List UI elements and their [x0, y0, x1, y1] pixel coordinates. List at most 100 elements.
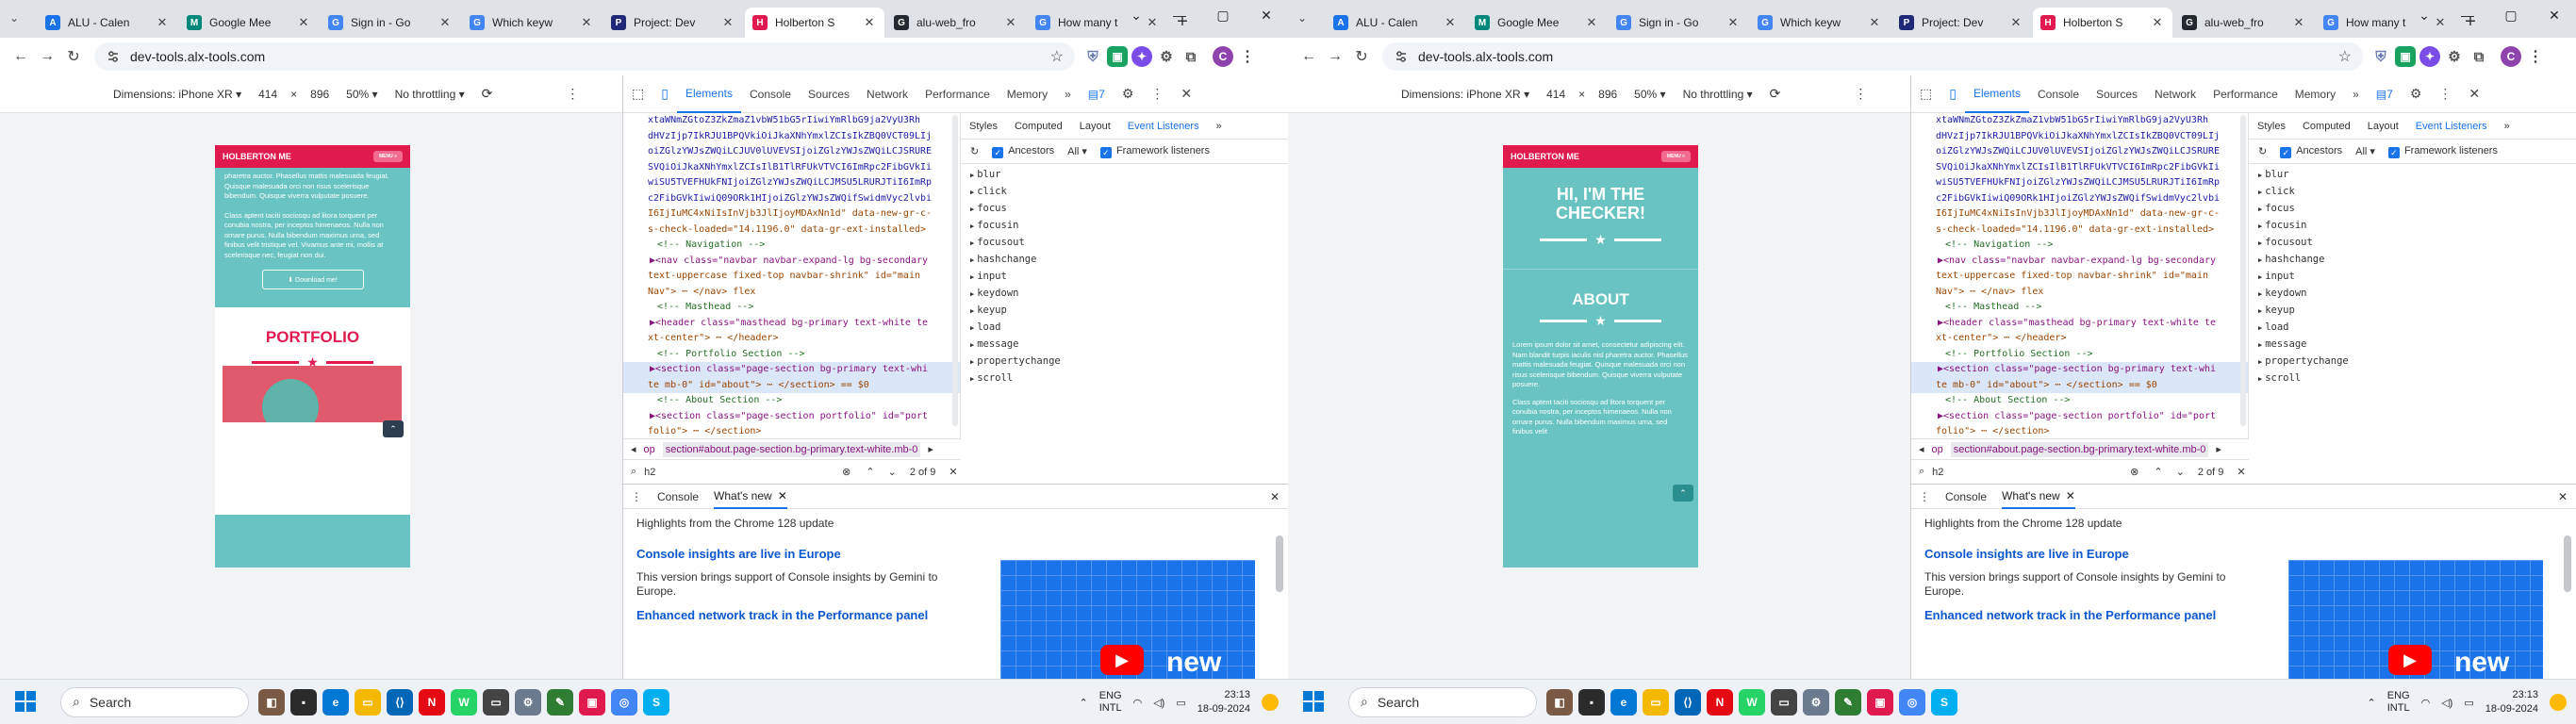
expand-arrow-icon[interactable]: ▶ [970, 256, 974, 264]
address-bar[interactable]: dev-tools.alx-tools.com ☆ [94, 42, 1075, 71]
ancestors-checkbox[interactable]: ✓ Ancestors [2280, 145, 2342, 158]
dom-node-line[interactable]: <!-- About Section --> [1911, 393, 2248, 409]
throttling-select[interactable]: No throttling ▾ [395, 88, 465, 101]
bookmark-star-icon[interactable]: ☆ [2338, 47, 2352, 66]
gear-extension-icon[interactable]: ⚙ [1156, 46, 1177, 67]
devtools-tab-performance[interactable]: Performance [916, 75, 999, 113]
event-listener-item[interactable]: ▶ keydown [970, 285, 1288, 302]
tab-5[interactable]: P Project: Dev ✕ [1891, 8, 2031, 38]
expand-arrow-icon[interactable]: ▶ [970, 290, 974, 298]
expand-arrow-icon[interactable]: ▶ [2258, 307, 2262, 315]
expand-arrow-icon[interactable]: ▶ [970, 341, 974, 349]
volume-icon[interactable]: ◁) [2441, 697, 2452, 709]
devtools-settings-icon[interactable]: ⚙ [2402, 75, 2431, 113]
dom-node-line[interactable]: text-uppercase fixed-top navbar-shrink" … [623, 269, 960, 285]
side-tab-styles[interactable]: Styles [2249, 121, 2294, 132]
dom-node-line[interactable]: dHVzIjp7IkRJU1BPQVkiOiJkaXNhYmxlZCIsIkZB… [1911, 129, 2248, 145]
event-listener-item[interactable]: ▶ load [2258, 319, 2576, 336]
forward-icon[interactable]: → [34, 43, 60, 70]
refresh-listeners-icon[interactable]: ↻ [970, 145, 979, 157]
event-listener-item[interactable]: ▶ load [970, 319, 1288, 336]
tab-3[interactable]: G Sign in - Go ✕ [1609, 8, 1748, 38]
side-tab-computed[interactable]: Computed [2294, 121, 2359, 132]
dom-node-line[interactable]: c2FibGVkIiwiQ09ORk1HIjoiZGlzYWJsZWQifSwi… [1911, 191, 2248, 207]
breadcrumb-right-icon[interactable]: ▸ [2216, 443, 2221, 455]
device-dimensions-select[interactable]: Dimensions: iPhone XR ▾ [1401, 88, 1529, 101]
inspect-element-icon[interactable]: ⬚ [1911, 75, 1940, 113]
event-listener-item[interactable]: ▶ blur [970, 166, 1288, 183]
dom-node-line[interactable]: folio"> ⋯ </section> [623, 424, 960, 438]
tab-close-icon[interactable]: ✕ [862, 15, 877, 30]
drawer-scrollbar[interactable] [2564, 535, 2571, 592]
event-listener-item[interactable]: ▶ message [2258, 336, 2576, 353]
more-tabs-icon[interactable]: » [2344, 75, 2368, 113]
language-indicator[interactable]: ENG INTL [2387, 690, 2410, 715]
breadcrumb-left-icon[interactable]: ◂ [631, 443, 636, 455]
dom-node-line[interactable]: ▶<section class="page-section portfolio"… [1911, 409, 2248, 425]
expand-arrow-icon[interactable]: ▶ [2258, 239, 2262, 247]
find-close-icon[interactable]: ✕ [2237, 466, 2245, 478]
dom-node-line[interactable]: wiSU5TVEFHUkFNIjoiZGlzYWJsZWQiLCJMSU5LRU… [1911, 175, 2248, 191]
tray-chevron-icon[interactable]: ⌃ [1080, 697, 1088, 709]
tab-search-icon[interactable]: ⌄ [9, 11, 25, 26]
dom-node-line[interactable]: te mb-0" id="about"> ⋯ </section> == $0 [623, 377, 960, 393]
portfolio-image[interactable] [223, 366, 402, 422]
dom-node-line[interactable]: <!-- Navigation --> [623, 238, 960, 254]
tab-2[interactable]: M Google Mee ✕ [1467, 8, 1607, 38]
whats-new-heading-1[interactable]: Console insights are live in Europe [636, 547, 1276, 561]
taskbar-app-icon[interactable]: ▭ [1643, 688, 1669, 716]
dom-node-line[interactable]: xt-center"> ⋯ </header> [623, 331, 960, 347]
framework-checkbox[interactable]: ✓ Framework listeners [1099, 145, 1210, 158]
volume-icon[interactable]: ◁) [1153, 697, 1164, 709]
tab-list-icon[interactable]: ⌄ [1115, 4, 1158, 26]
event-listener-item[interactable]: ▶ click [970, 183, 1288, 200]
scroll-top-button[interactable]: ⌃ [1673, 485, 1693, 502]
breadcrumb[interactable]: section#about.page-section.bg-primary.te… [662, 441, 921, 457]
expand-arrow-icon[interactable]: ▶ [2258, 189, 2262, 196]
phone-menu-button[interactable]: MENU ≡ [1660, 151, 1691, 162]
whats-new-video[interactable]: ▶ new [1000, 560, 1255, 680]
clock[interactable]: 23:13 18-09-2024 [1197, 688, 1250, 716]
device-toggle-icon[interactable]: ▯ [1940, 75, 1965, 113]
expand-arrow-icon[interactable]: ▶ [970, 189, 974, 196]
side-tab-computed[interactable]: Computed [1006, 121, 1071, 132]
expand-arrow-icon[interactable]: ▶ [2258, 222, 2262, 230]
start-icon[interactable] [15, 691, 36, 712]
site-info-icon[interactable] [1394, 49, 1409, 64]
drawer-close-icon[interactable]: ✕ [1270, 490, 1280, 503]
event-listener-item[interactable]: ▶ focusin [970, 217, 1288, 234]
throttling-select[interactable]: No throttling ▾ [1683, 88, 1753, 101]
tab-close-icon[interactable]: ✕ [2066, 489, 2075, 502]
wifi-icon[interactable]: ◠ [2421, 697, 2431, 709]
whats-new-heading-1[interactable]: Console insights are live in Europe [1924, 547, 2564, 561]
close-window-icon[interactable]: ✕ [2533, 4, 2576, 26]
site-info-icon[interactable] [106, 49, 121, 64]
devtools-tab-elements[interactable]: Elements [1964, 75, 2029, 113]
wifi-icon[interactable]: ◠ [1133, 697, 1143, 709]
taskbar-app-icon[interactable]: ▪ [1578, 688, 1605, 716]
event-listener-item[interactable]: ▶ hashchange [2258, 251, 2576, 268]
find-prev-icon[interactable]: ⌃ [866, 466, 874, 478]
taskbar-app-icon[interactable]: ◧ [1546, 688, 1573, 716]
devtools-tab-network[interactable]: Network [858, 75, 916, 113]
event-listener-item[interactable]: ▶ scroll [970, 370, 1288, 387]
drawer-tab-whats-new[interactable]: What's new ✕ [714, 485, 787, 509]
dom-node-line[interactable]: <!-- Masthead --> [1911, 300, 2248, 316]
tab-close-icon[interactable]: ✕ [720, 15, 735, 30]
tab-list-icon[interactable]: ⌄ [2403, 4, 2446, 26]
devtools-tab-sources[interactable]: Sources [800, 75, 858, 113]
expand-arrow-icon[interactable]: ▶ [2258, 341, 2262, 349]
tab-4[interactable]: G Which keyw ✕ [462, 8, 602, 38]
tab-3[interactable]: G Sign in - Go ✕ [321, 8, 460, 38]
device-toggle-icon[interactable]: ▯ [652, 75, 677, 113]
issues-badge[interactable]: ▤ 7 [1080, 75, 1114, 113]
profile-avatar[interactable]: C [1213, 46, 1233, 67]
whats-new-video[interactable]: ▶ new [2288, 560, 2543, 680]
dom-node-line[interactable]: oiZGlzYWJsZWQiLCJUV0lUVEVSIjoiZGlzYWJsZW… [1911, 144, 2248, 160]
tab-close-icon[interactable]: ✕ [1726, 15, 1741, 30]
taskbar-app-icon[interactable]: ▭ [483, 688, 509, 716]
event-listener-item[interactable]: ▶ focus [2258, 200, 2576, 217]
dom-node-line[interactable]: SVQiOiJkaXNhYmxlZCIsIlB1TlRFUkVTVCI6ImRp… [1911, 160, 2248, 176]
youtube-play-icon[interactable]: ▶ [1100, 645, 1144, 675]
expand-arrow-icon[interactable]: ▶ [970, 206, 974, 213]
